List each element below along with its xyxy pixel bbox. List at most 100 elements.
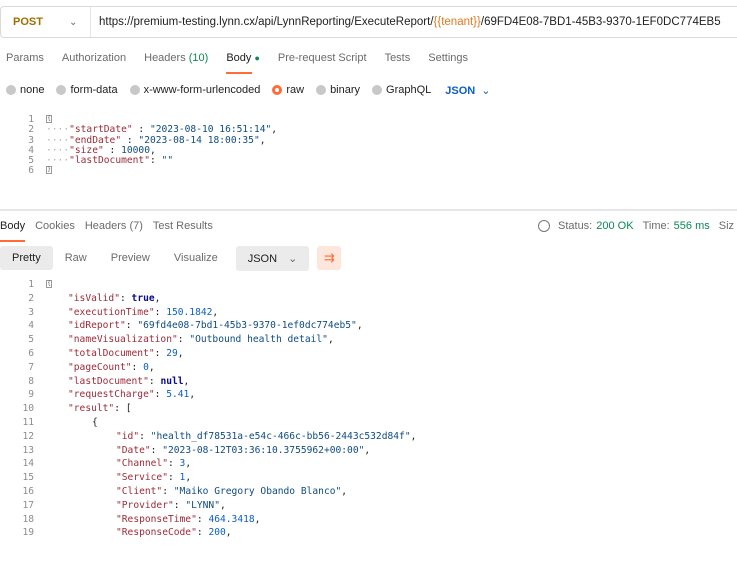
tab-authorization[interactable]: Authorization: [62, 52, 126, 74]
code-text: "Service": 1,: [116, 471, 191, 485]
radio-circle-icon: [316, 85, 327, 95]
json-value: 200: [208, 527, 226, 539]
view-option-visualize[interactable]: Visualize: [162, 246, 230, 270]
json-value: true: [131, 292, 155, 304]
json-comma: ,: [177, 347, 184, 359]
json-key: "Date": [116, 444, 151, 456]
json-key: "result": [68, 403, 115, 415]
radio-label: x-www-form-urlencoded: [143, 84, 261, 96]
brace-fold-icon: {: [46, 115, 52, 123]
json-colon: :: [150, 444, 163, 456]
radio-circle-icon: [372, 85, 383, 95]
view-option-preview[interactable]: Preview: [99, 246, 162, 270]
radio-circle-icon: [56, 85, 67, 95]
body-format-label: JSON: [445, 84, 476, 97]
status-label: Status:: [558, 220, 593, 232]
json-value: "health_df78531a-e54c-466c-bb56-2443c532…: [150, 430, 411, 442]
radio-x-www-form-urlencoded[interactable]: x-www-form-urlencoded: [129, 84, 261, 96]
radio-none[interactable]: none: [6, 84, 44, 96]
json-value: 5.41: [166, 389, 190, 401]
response-tab-test-results[interactable]: Test Results: [153, 220, 213, 242]
status-value[interactable]: 200 OK: [596, 220, 633, 232]
time-label: Time:: [642, 220, 670, 232]
json-colon: :: [148, 375, 161, 387]
radio-label: binary: [330, 84, 361, 96]
json-comma: ,: [259, 134, 266, 146]
code-text: ····"lastDocument": "": [46, 156, 173, 166]
radio-graphql[interactable]: GraphQL: [372, 84, 431, 96]
line-number: 7: [28, 361, 34, 373]
tab-params[interactable]: Params: [6, 52, 44, 74]
pane-divider[interactable]: [0, 209, 737, 211]
code-text: "Client": "Maiko Gregory Obando Blanco",: [116, 485, 347, 499]
radio-raw[interactable]: raw: [272, 84, 304, 96]
request-tabs: Params Authorization Headers (10) Body ● Pre…: [0, 52, 480, 74]
code-text: }: [46, 166, 52, 176]
line-number: 9: [28, 389, 34, 401]
json-value: [: [125, 403, 132, 415]
json-comma: ,: [185, 458, 192, 470]
body-format-select[interactable]: JSON ⌄: [445, 84, 490, 97]
response-tab-body[interactable]: Body: [0, 220, 26, 242]
json-comma: ,: [154, 292, 161, 304]
json-value: "Maiko Gregory Obando Blanco": [173, 485, 342, 497]
tab-headers[interactable]: Headers (10): [144, 52, 208, 74]
response-tab-cookies[interactable]: Cookies: [35, 220, 75, 242]
radio-form-data[interactable]: form-data: [56, 84, 118, 96]
tab-tests[interactable]: Tests: [385, 52, 411, 74]
json-colon: :: [196, 513, 209, 525]
url-input[interactable]: https://premium-testing.lynn.cx/api/Lynn…: [91, 16, 721, 28]
code-text: "executionTime": 150.1842,: [68, 306, 218, 320]
view-option-raw[interactable]: Raw: [53, 246, 99, 270]
json-comma: ,: [219, 499, 226, 511]
tab-label: Body: [226, 52, 252, 64]
json-colon: :: [131, 361, 144, 373]
json-value: null: [160, 375, 184, 387]
radio-circle-icon: [129, 85, 140, 95]
method-select[interactable]: POST ⌄: [1, 7, 91, 37]
json-brace: {: [92, 416, 98, 428]
line-number: 6: [28, 347, 34, 359]
tab-pre-request-script[interactable]: Pre-request Script: [278, 52, 367, 74]
response-tab-headers-[interactable]: Headers (7): [85, 220, 143, 242]
tab-label: Params: [6, 52, 44, 64]
json-comma: ,: [410, 430, 417, 442]
json-key: "Service": [116, 472, 168, 484]
json-comma: ,: [225, 527, 232, 539]
json-comma: ,: [212, 306, 219, 318]
code-text: "Provider": "LYNN",: [116, 499, 226, 513]
json-key: "isValid": [68, 292, 120, 304]
wrap-lines-icon[interactable]: ⇉: [317, 246, 342, 270]
time-value[interactable]: 556 ms: [674, 220, 710, 232]
json-colon: :: [167, 472, 180, 484]
globe-icon[interactable]: [538, 220, 550, 232]
json-sep: :: [149, 155, 162, 167]
json-colon: :: [162, 485, 174, 497]
view-option-pretty[interactable]: Pretty: [0, 246, 53, 270]
chevron-down-icon: ⌄: [288, 252, 298, 265]
code-text: "ResponseTime": 464.3418,: [116, 513, 260, 527]
radio-label: none: [20, 84, 45, 96]
json-key: "id": [116, 430, 140, 442]
response-format-select[interactable]: JSON ⌄: [235, 245, 310, 271]
tab-settings[interactable]: Settings: [428, 52, 468, 74]
code-text: {: [46, 278, 52, 292]
line-number: 17: [22, 499, 34, 511]
json-key: "Client": [116, 485, 163, 497]
json-value: 150.1842: [166, 306, 213, 318]
line-number: 1: [28, 279, 34, 290]
json-colon: :: [154, 347, 167, 359]
line-number: 6: [28, 165, 34, 177]
radio-binary[interactable]: binary: [316, 84, 360, 96]
json-comma: ,: [148, 361, 155, 373]
url-prefix: https://premium-testing.lynn.cx/api/Lynn…: [99, 16, 434, 28]
json-comma: ,: [189, 389, 196, 401]
code-text: "pageCount": 0,: [68, 361, 155, 375]
response-format-label: JSON: [247, 252, 278, 265]
json-colon: :: [119, 292, 132, 304]
response-tabs: Body Cookies Headers (7) Test Results: [0, 220, 223, 242]
json-key: "totalDocument": [68, 347, 155, 359]
json-colon: :: [196, 527, 209, 539]
tab-body[interactable]: Body ●: [226, 52, 260, 74]
line-number: 5: [28, 334, 34, 346]
